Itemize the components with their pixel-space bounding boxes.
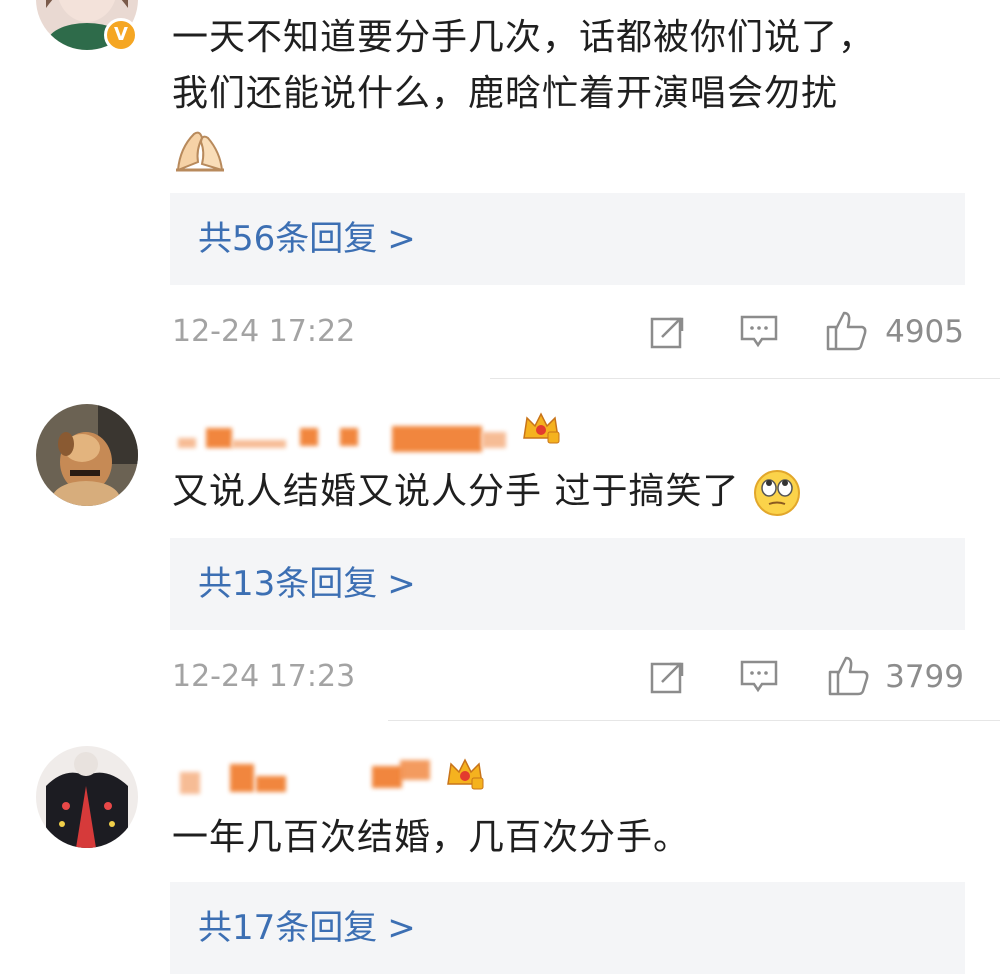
replies-label: 共13条回复 xyxy=(198,564,378,604)
comment-text: 一年几百次结婚，几百次分手。 xyxy=(172,817,691,858)
verified-badge-icon: V xyxy=(104,18,138,52)
like-icon[interactable] xyxy=(828,656,870,696)
divider xyxy=(388,720,1000,721)
crown-badge-icon xyxy=(447,758,484,790)
replies-link[interactable]: 共13条回复 > xyxy=(170,538,965,630)
replies-link[interactable]: 共56条回复 > xyxy=(170,193,965,285)
username-blurred[interactable] xyxy=(172,758,592,802)
comment-item: 又说人结婚又说人分手 过于搞笑了 共13条回复 > 12-24 17:23 379… xyxy=(0,380,1000,721)
eye-roll-emoji xyxy=(753,470,800,516)
chevron-right-icon: > xyxy=(387,564,416,604)
comment-item: V 一天不知道要分手几次，话都被你们说了， 我们还能说什么，鹿晗忙着开演唱会勿扰… xyxy=(0,0,1000,380)
comment-icon[interactable] xyxy=(740,660,778,694)
comment-text: 又说人结婚又说人分手 过于搞笑了 xyxy=(172,464,960,520)
like-icon[interactable] xyxy=(826,311,868,351)
comment-meta: 12-24 17:22 4905 xyxy=(172,307,964,357)
like-count: 4905 xyxy=(885,314,964,350)
crown-badge-icon xyxy=(523,412,560,444)
repost-icon[interactable] xyxy=(650,660,686,694)
divider xyxy=(490,378,1000,379)
like-count: 3799 xyxy=(885,659,964,695)
comment-item: 一年几百次结婚，几百次分手。 共17条回复 > xyxy=(0,722,1000,974)
replies-link[interactable]: 共17条回复 > xyxy=(170,882,965,974)
repost-icon[interactable] xyxy=(650,315,686,349)
comment-icon[interactable] xyxy=(740,315,778,349)
avatar[interactable] xyxy=(36,404,138,506)
chevron-right-icon: > xyxy=(387,908,416,948)
timestamp: 12-24 17:22 xyxy=(172,314,356,349)
replies-label: 共17条回复 xyxy=(198,908,378,948)
username-blurred[interactable] xyxy=(172,412,592,462)
chevron-right-icon: > xyxy=(387,219,416,259)
replies-label: 共56条回复 xyxy=(198,219,378,259)
comment-meta: 12-24 17:23 3799 xyxy=(172,652,964,702)
avatar[interactable] xyxy=(36,746,138,848)
comment-text: 一天不知道要分手几次，话都被你们说了， 我们还能说什么，鹿晗忙着开演唱会勿扰 xyxy=(172,10,960,178)
folded-hands-emoji xyxy=(176,131,224,172)
timestamp: 12-24 17:23 xyxy=(172,659,356,694)
